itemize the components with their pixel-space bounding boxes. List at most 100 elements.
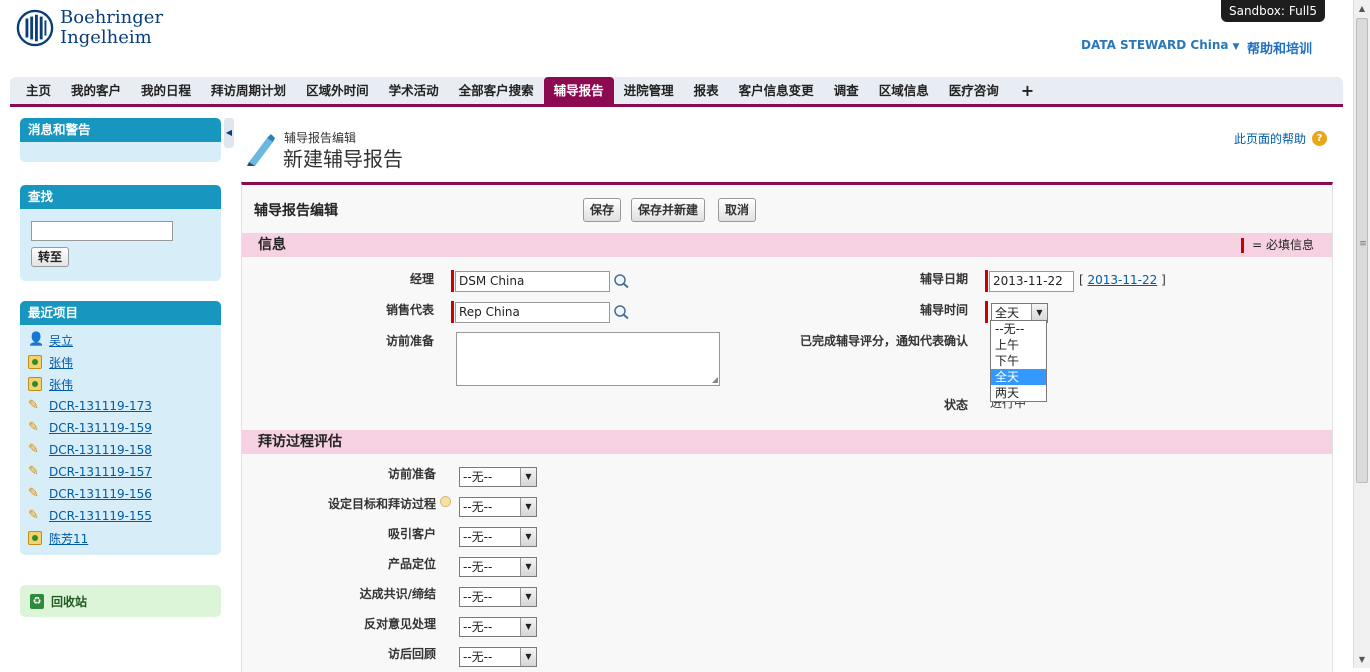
goto-button[interactable]: 转至 xyxy=(31,247,70,267)
lookup-icon[interactable] xyxy=(613,304,630,320)
recent-item[interactable]: 陈芳11 xyxy=(20,527,221,549)
info-section-header: 信息 = 必填信息 xyxy=(242,233,1332,257)
recent-item-link[interactable]: DCR-131119-157 xyxy=(49,465,152,479)
tab-my-calendar[interactable]: 我的日程 xyxy=(131,77,201,104)
tab-territory-info[interactable]: 区域信息 xyxy=(869,77,939,104)
recent-item[interactable]: ✎ DCR-131119-155 xyxy=(20,505,221,527)
tab-data-change-requests[interactable]: 客户信息变更 xyxy=(729,77,824,104)
pre-call-prep-textarea[interactable]: ◢ xyxy=(456,332,720,386)
tab-my-accounts[interactable]: 我的客户 xyxy=(61,77,131,104)
eval-row-select[interactable]: --无-- ▼ xyxy=(459,467,537,487)
chevron-down-icon[interactable]: ▼ xyxy=(520,528,536,546)
recent-item-link[interactable]: DCR-131119-159 xyxy=(49,421,152,435)
save-button[interactable]: 保存 xyxy=(583,198,622,222)
recent-item[interactable]: ✎ DCR-131119-159 xyxy=(20,417,221,439)
recent-item-link[interactable]: DCR-131119-158 xyxy=(49,443,152,457)
company-logo[interactable]: Boehringer Ingelheim xyxy=(16,8,163,48)
recent-item-link[interactable]: DCR-131119-173 xyxy=(49,399,152,413)
sandbox-org: Full5 xyxy=(1288,4,1318,18)
option-morning[interactable]: 上午 xyxy=(991,337,1046,353)
messages-body xyxy=(20,142,221,162)
chevron-down-icon[interactable]: ▼ xyxy=(520,618,536,636)
contact-icon xyxy=(28,355,42,369)
tab-medical-inquiry[interactable]: 医疗咨询 xyxy=(939,77,1009,104)
recent-item[interactable]: ✎ DCR-131119-158 xyxy=(20,439,221,461)
chevron-down-icon[interactable]: ▼ xyxy=(520,498,536,516)
user-menu[interactable]: DATA STEWARD China ▼ xyxy=(1081,38,1239,52)
eval-row-select[interactable]: --无-- ▼ xyxy=(459,527,537,547)
sandbox-label: Sandbox: xyxy=(1228,4,1285,18)
recent-item[interactable]: 👤 吴立 xyxy=(20,329,221,351)
tab-add-more[interactable]: + xyxy=(1009,77,1046,104)
sales-rep-field[interactable]: Rep China xyxy=(455,302,610,323)
recycle-bin-link[interactable]: ♻ 回收站 xyxy=(20,585,221,617)
resize-grip-icon[interactable]: ◢ xyxy=(712,375,718,384)
sidebar-collapse-handle[interactable]: ◀ xyxy=(224,118,234,148)
recent-item[interactable]: 张伟 xyxy=(20,351,221,373)
eval-row-select[interactable]: --无-- ▼ xyxy=(459,587,537,607)
required-legend: = 必填信息 xyxy=(1241,233,1314,257)
tab-hospital-access[interactable]: 进院管理 xyxy=(614,77,684,104)
eval-row-select[interactable]: --无-- ▼ xyxy=(459,617,537,637)
pencil-icon: ✎ xyxy=(28,464,39,479)
scroll-down-arrow-icon[interactable]: ▼ xyxy=(1354,651,1370,668)
option-two-days[interactable]: 两天 xyxy=(991,385,1046,401)
info-icon[interactable] xyxy=(440,496,451,507)
recent-item-link[interactable]: 张伟 xyxy=(49,354,73,371)
recent-item-link[interactable]: 吴立 xyxy=(49,332,73,349)
option-afternoon[interactable]: 下午 xyxy=(991,353,1046,369)
tab-home[interactable]: 主页 xyxy=(16,77,61,104)
chevron-down-icon[interactable]: ▼ xyxy=(520,588,536,606)
tab-medical-events[interactable]: 学术活动 xyxy=(379,77,449,104)
recent-item[interactable]: ✎ DCR-131119-157 xyxy=(20,461,221,483)
eval-row-select[interactable]: --无-- ▼ xyxy=(459,647,537,667)
today-date-link[interactable]: 2013-11-22 xyxy=(1088,273,1158,287)
sidebar-search-input[interactable] xyxy=(31,221,173,241)
chevron-down-icon[interactable]: ▼ xyxy=(520,558,536,576)
block-title: 辅导报告编辑 xyxy=(254,203,338,219)
option-full-day[interactable]: 全天 xyxy=(991,369,1046,385)
coaching-report-icon xyxy=(247,134,275,166)
coaching-date-field[interactable]: 2013-11-22 xyxy=(989,271,1074,292)
recent-item-link[interactable]: 张伟 xyxy=(49,376,73,393)
help-training-link[interactable]: 帮助和培训 xyxy=(1247,38,1312,57)
page-help-link[interactable]: 此页面的帮助 ? xyxy=(1234,130,1328,147)
recent-item[interactable]: ✎ DCR-131119-156 xyxy=(20,483,221,505)
tab-time-off-territory[interactable]: 区域外时间 xyxy=(296,77,379,104)
tab-reports[interactable]: 报表 xyxy=(684,77,729,104)
recent-item-link[interactable]: 陈芳11 xyxy=(49,530,88,547)
caret-down-icon: ▼ xyxy=(1232,42,1240,52)
eval-row-label: 访后回顾 xyxy=(387,647,436,661)
manager-field[interactable]: DSM China xyxy=(455,271,610,292)
status-label: 状态 xyxy=(943,398,968,412)
recent-item-link[interactable]: DCR-131119-155 xyxy=(49,509,152,523)
lookup-icon[interactable] xyxy=(613,273,630,289)
contact-icon xyxy=(28,531,42,545)
call-evaluation-section-title: 拜访过程评估 xyxy=(258,434,342,450)
chevron-down-icon[interactable]: ▼ xyxy=(520,648,536,666)
sandbox-indicator: Sandbox: Full5 xyxy=(1221,0,1325,22)
recent-item[interactable]: 张伟 xyxy=(20,373,221,395)
tab-surveys[interactable]: 调查 xyxy=(824,77,869,104)
recent-item-link[interactable]: DCR-131119-156 xyxy=(49,487,152,501)
eval-row-select[interactable]: --无-- ▼ xyxy=(459,497,537,517)
tab-coaching-report[interactable]: 辅导报告 xyxy=(543,77,614,104)
option-none[interactable]: --无-- xyxy=(991,321,1046,337)
chevron-down-icon[interactable]: ▼ xyxy=(520,468,536,486)
brand-line-2: Ingelheim xyxy=(60,27,152,48)
tab-call-cycle-plan[interactable]: 拜访周期计划 xyxy=(201,77,296,104)
cancel-button[interactable]: 取消 xyxy=(718,198,757,222)
vertical-scrollbar[interactable]: ▲ ▼ xyxy=(1353,0,1370,668)
recent-item[interactable]: ✎ DCR-131119-173 xyxy=(20,395,221,417)
tab-account-search[interactable]: 全部客户搜索 xyxy=(449,77,544,104)
contact-icon xyxy=(28,377,42,391)
scrollbar-thumb[interactable] xyxy=(1356,18,1369,483)
coaching-date-label: 辅导日期 xyxy=(919,272,968,286)
today-date-shortcut[interactable]: [ 2013-11-22 ] xyxy=(1079,273,1166,287)
eval-row-select[interactable]: --无-- ▼ xyxy=(459,557,537,577)
scroll-up-arrow-icon[interactable]: ▲ xyxy=(1354,0,1370,17)
eval-row-label: 吸引客户 xyxy=(387,527,436,541)
user-menu-label: DATA STEWARD China xyxy=(1081,38,1229,52)
help-icon: ? xyxy=(1312,131,1328,146)
save-and-new-button[interactable]: 保存并新建 xyxy=(631,198,706,222)
